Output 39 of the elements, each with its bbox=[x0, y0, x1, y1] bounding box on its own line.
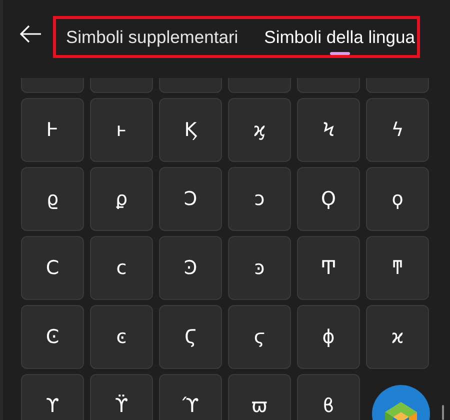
symbol-key[interactable]: ϛ bbox=[228, 305, 291, 369]
symbol-key[interactable]: ϒ bbox=[21, 374, 84, 420]
scrollbar-thumb[interactable] bbox=[442, 405, 444, 420]
symbol-key[interactable]: ͱ bbox=[90, 98, 153, 162]
symbol-key[interactable]: Ϗ bbox=[159, 98, 222, 162]
symbol-key[interactable]: ϕ bbox=[297, 305, 360, 369]
symbol-key[interactable]: ϖ bbox=[228, 374, 291, 420]
symbol-key[interactable] bbox=[297, 78, 360, 93]
symbol-key[interactable]: ϼ bbox=[90, 167, 153, 231]
symbol-key[interactable] bbox=[90, 78, 153, 93]
symbol-key[interactable]: Ͱ bbox=[21, 98, 84, 162]
symbol-key[interactable]: Ϛ bbox=[159, 305, 222, 369]
symbol-key[interactable]: Ϙ bbox=[297, 167, 360, 231]
symbol-key[interactable] bbox=[366, 78, 429, 93]
symbol-key[interactable]: Ͻ bbox=[159, 167, 222, 231]
symbol-key[interactable] bbox=[159, 78, 222, 93]
symbol-key[interactable]: ϰ bbox=[366, 305, 429, 369]
back-arrow-icon[interactable] bbox=[20, 25, 42, 43]
symbol-key[interactable]: Ͽ bbox=[159, 236, 222, 300]
symbol-key[interactable]: ϓ bbox=[159, 374, 222, 420]
symbol-key[interactable]: Ͳ bbox=[297, 236, 360, 300]
symbol-key[interactable]: ͼ bbox=[90, 305, 153, 369]
symbol-key[interactable]: Ͼ bbox=[21, 305, 84, 369]
symbol-key[interactable] bbox=[21, 78, 84, 93]
symbol-key[interactable]: Ϲ bbox=[21, 236, 84, 300]
symbol-key[interactable] bbox=[228, 78, 291, 93]
symbol-key[interactable]: ͳ bbox=[366, 236, 429, 300]
tab[interactable]: Simboli della lingua bbox=[264, 19, 415, 55]
symbol-key[interactable]: ϗ bbox=[228, 98, 291, 162]
symbol-key[interactable]: ϙ bbox=[366, 167, 429, 231]
symbol-key[interactable]: ϱ bbox=[21, 167, 84, 231]
symbol-key[interactable]: ϟ bbox=[366, 98, 429, 162]
symbol-key[interactable]: Ϟ bbox=[297, 98, 360, 162]
symbol-key[interactable]: ϲ bbox=[90, 236, 153, 300]
tab[interactable]: Simboli supplementari bbox=[66, 19, 238, 55]
symbol-key[interactable]: ϔ bbox=[90, 374, 153, 420]
symbol-key[interactable]: ͽ bbox=[228, 236, 291, 300]
symbol-key[interactable]: ϐ bbox=[297, 374, 360, 420]
symbol-key[interactable]: ͻ bbox=[228, 167, 291, 231]
